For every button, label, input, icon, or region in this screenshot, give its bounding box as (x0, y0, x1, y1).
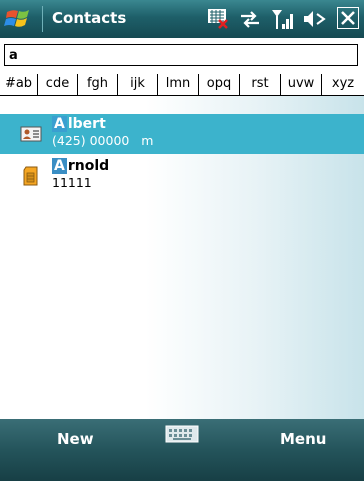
alpha-tab-ijk[interactable]: ijk (118, 74, 158, 95)
alpha-tab-lmn[interactable]: lmn (158, 74, 199, 95)
contact-name-rest: rnold (67, 158, 110, 174)
contact-name: Albert (52, 116, 106, 132)
match-highlight: A (52, 158, 67, 174)
alpha-tab-opq[interactable]: opq (199, 74, 240, 95)
alphabet-filter-bar: #ab cde fgh ijk lmn opq rst uvw xyz (0, 74, 364, 96)
keyboard-status-icon[interactable] (206, 7, 232, 31)
close-button[interactable] (337, 7, 359, 29)
search-input[interactable] (4, 44, 358, 66)
alpha-tab-cde[interactable]: cde (38, 74, 78, 95)
volume-icon[interactable] (302, 8, 328, 30)
alpha-tab-fgh[interactable]: fgh (78, 74, 118, 95)
contact-name-rest: lbert (67, 116, 106, 132)
sync-arrows-icon[interactable] (238, 8, 262, 30)
alpha-tab-ab[interactable]: #ab (0, 74, 38, 95)
new-softkey[interactable]: New (57, 430, 94, 448)
alpha-tab-uvw[interactable]: uvw (281, 74, 322, 95)
alpha-tab-rst[interactable]: rst (240, 74, 281, 95)
title-bar: Contacts (0, 0, 364, 38)
match-highlight: A (52, 116, 67, 132)
contact-row-arnold[interactable]: Arnold 11111 (0, 156, 364, 196)
alpha-tab-xyz[interactable]: xyz (322, 74, 364, 95)
contact-card-icon (20, 126, 42, 142)
signal-strength-icon[interactable] (270, 7, 294, 31)
contact-list: Albert (425) 00000 m Arnold 11111 (0, 96, 364, 419)
contact-phone: (425) 00000 m (52, 133, 154, 148)
contact-name: Arnold (52, 158, 109, 174)
keyboard-icon[interactable] (165, 425, 199, 443)
sim-card-icon (23, 166, 38, 186)
window-title: Contacts (52, 9, 127, 27)
contact-phone: 11111 (52, 175, 92, 190)
title-divider (42, 6, 43, 32)
search-area (0, 38, 364, 74)
contact-row-albert[interactable]: Albert (425) 00000 m (0, 114, 364, 154)
menu-softkey[interactable]: Menu (280, 430, 326, 448)
close-icon (341, 11, 355, 25)
windows-start-icon[interactable] (3, 4, 37, 34)
softkey-bar: New Menu (0, 419, 364, 481)
